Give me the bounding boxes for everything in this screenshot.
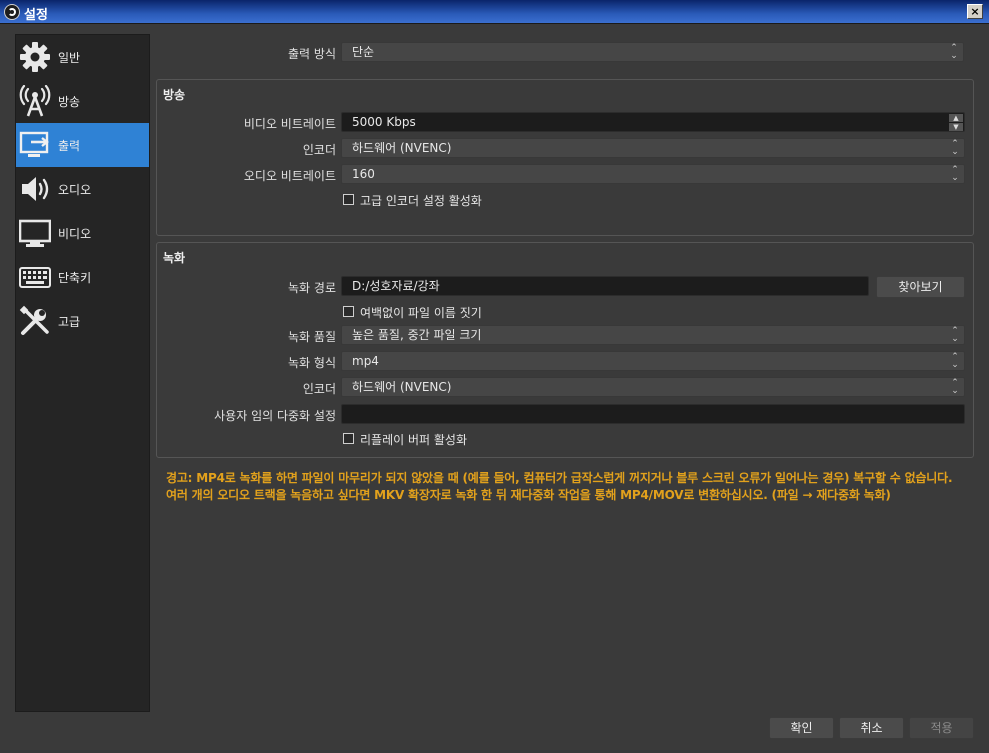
streaming-group: 방송 비디오 비트레이트 5000 Kbps ▲ ▼ 인코더 하드웨어 (NVE…: [156, 79, 974, 236]
sidebar-item-label: 출력: [58, 139, 81, 153]
sidebar-item-label: 방송: [58, 95, 81, 109]
sidebar-item-hotkeys[interactable]: 단축키: [16, 255, 149, 299]
video-bitrate-value: 5000 Kbps: [352, 115, 416, 129]
sidebar-item-audio[interactable]: 오디오: [16, 167, 149, 211]
gear-icon: [20, 42, 50, 72]
keyboard-icon: [19, 267, 51, 288]
recording-group-title: 녹화: [163, 251, 186, 265]
recording-path-input[interactable]: D:/성호자료/강좌: [341, 276, 869, 296]
sidebar-item-advanced[interactable]: 고급: [16, 299, 149, 343]
custom-muxer-label: 사용자 임의 다중화 설정: [214, 409, 336, 423]
audio-bitrate-value: 160: [352, 167, 375, 181]
advanced-encoder-checkbox-label: 고급 인코더 설정 활성화: [360, 194, 482, 208]
recording-path-value: D:/성호자료/강좌: [352, 279, 440, 293]
output-mode-label: 출력 방식: [288, 47, 336, 61]
sidebar-item-video[interactable]: 비디오: [16, 211, 149, 255]
recording-format-select[interactable]: mp4 ⌃ ⌄: [341, 351, 965, 371]
recording-encoder-value: 하드웨어 (NVENC): [352, 380, 452, 394]
advanced-encoder-checkbox[interactable]: 고급 인코더 설정 활성화: [343, 192, 643, 208]
ok-button[interactable]: 확인: [769, 717, 834, 739]
video-bitrate-label: 비디오 비트레이트: [243, 117, 336, 131]
spin-up-icon[interactable]: ▲: [949, 114, 963, 122]
audio-bitrate-select[interactable]: 160 ⌃ ⌄: [341, 164, 965, 184]
monitor-icon: [19, 219, 51, 247]
checkbox-box[interactable]: [343, 433, 354, 444]
broadcast-antenna-icon: [19, 85, 51, 117]
title-bar: 설정 ×: [0, 0, 989, 24]
recording-format-value: mp4: [352, 354, 379, 368]
recording-path-label: 녹화 경로: [288, 281, 336, 295]
recording-encoder-select[interactable]: 하드웨어 (NVENC) ⌃ ⌄: [341, 377, 965, 397]
checkbox-box[interactable]: [343, 306, 354, 317]
streaming-group-title: 방송: [163, 88, 186, 102]
recording-quality-label: 녹화 품질: [288, 330, 336, 344]
recording-format-label: 녹화 형식: [288, 356, 336, 370]
tools-icon: [19, 305, 49, 335]
output-monitor-icon: [19, 131, 49, 157]
stream-encoder-select[interactable]: 하드웨어 (NVENC) ⌃ ⌄: [341, 138, 965, 158]
sidebar-item-label: 일반: [58, 51, 81, 65]
sidebar-item-label: 비디오: [58, 227, 92, 241]
sidebar-item-output[interactable]: 출력: [16, 123, 149, 167]
output-mode-select[interactable]: 단순 ⌃ ⌄: [341, 42, 964, 62]
sidebar-item-label: 단축키: [58, 271, 92, 285]
stream-encoder-label: 인코더: [302, 143, 336, 157]
checkbox-box[interactable]: [343, 194, 354, 205]
settings-sidebar: 일반 방송 출력 오디오 비디오 단축키 고급: [15, 34, 150, 712]
audio-bitrate-label: 오디오 비트레이트: [243, 169, 336, 183]
sidebar-item-general[interactable]: 일반: [16, 35, 149, 79]
sidebar-item-label: 오디오: [58, 183, 92, 197]
replay-buffer-checkbox-label: 리플레이 버퍼 활성화: [360, 433, 467, 447]
replay-buffer-checkbox[interactable]: 리플레이 버퍼 활성화: [343, 431, 643, 447]
chevron-updown-icon: ⌃ ⌄: [951, 352, 959, 370]
chevron-updown-icon: ⌃ ⌄: [951, 165, 959, 183]
recording-encoder-label: 인코더: [302, 382, 336, 396]
custom-muxer-input[interactable]: [341, 404, 965, 424]
stream-encoder-value: 하드웨어 (NVENC): [352, 141, 452, 155]
sidebar-item-stream[interactable]: 방송: [16, 79, 149, 123]
obs-logo-icon: [4, 4, 20, 20]
window-title: 설정: [24, 8, 48, 23]
no-space-filename-checkbox[interactable]: 여백없이 파일 이름 짓기: [343, 304, 643, 320]
chevron-updown-icon: ⌃ ⌄: [951, 378, 959, 396]
recording-group: 녹화 녹화 경로 D:/성호자료/강좌 찾아보기 여백없이 파일 이름 짓기 녹…: [156, 242, 974, 458]
no-space-filename-checkbox-label: 여백없이 파일 이름 짓기: [360, 306, 482, 320]
spin-down-icon[interactable]: ▼: [949, 123, 963, 131]
output-mode-value: 단순: [352, 45, 375, 59]
apply-button[interactable]: 적용: [909, 717, 974, 739]
mp4-warning-text: 경고: MP4로 녹화를 하면 파일이 마무리가 되지 않았을 때 (예를 들어…: [166, 471, 953, 502]
chevron-updown-icon: ⌃ ⌄: [951, 139, 959, 157]
speaker-icon: [22, 177, 49, 201]
cancel-button[interactable]: 취소: [839, 717, 904, 739]
video-bitrate-spinbox[interactable]: 5000 Kbps ▲ ▼: [341, 112, 965, 132]
close-button[interactable]: ×: [967, 4, 983, 19]
sidebar-item-label: 고급: [58, 315, 81, 329]
recording-quality-select[interactable]: 높은 품질, 중간 파일 크기 ⌃ ⌄: [341, 325, 965, 345]
chevron-updown-icon: ⌃ ⌄: [950, 43, 958, 61]
recording-quality-value: 높은 품질, 중간 파일 크기: [352, 328, 482, 342]
chevron-updown-icon: ⌃ ⌄: [951, 326, 959, 344]
browse-button[interactable]: 찾아보기: [876, 276, 965, 298]
